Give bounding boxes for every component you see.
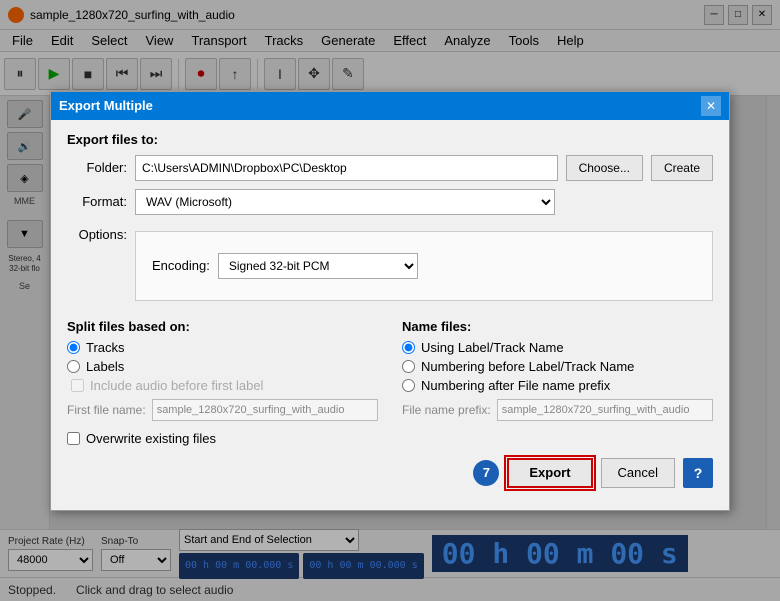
encoding-row: Encoding: Signed 32-bit PCM Signed 16-bi… <box>152 253 418 279</box>
radio-tracks-label: Tracks <box>86 340 125 355</box>
split-left: Split files based on: Tracks Labels Incl… <box>67 319 378 421</box>
dialog-title: Export Multiple <box>59 98 153 113</box>
file-prefix-input[interactable] <box>497 399 713 421</box>
radio-numbering-before[interactable] <box>402 360 415 373</box>
choose-button[interactable]: Choose... <box>566 155 643 181</box>
file-prefix-row: File name prefix: <box>402 399 713 421</box>
encoding-label: Encoding: <box>152 258 210 273</box>
radio-labels-label: Labels <box>86 359 124 374</box>
radio-numbering-after[interactable] <box>402 379 415 392</box>
step-badge: 7 <box>473 460 499 486</box>
first-file-label: First file name: <box>67 403 146 417</box>
radio-numbering-before-row: Numbering before Label/Track Name <box>402 359 713 374</box>
cancel-button[interactable]: Cancel <box>601 458 675 488</box>
options-box: Encoding: Signed 32-bit PCM Signed 16-bi… <box>135 231 713 301</box>
dialog-title-bar: Export Multiple ✕ <box>51 92 729 120</box>
folder-label: Folder: <box>67 160 127 175</box>
dialog-body: Export files to: Folder: Choose... Creat… <box>51 120 729 500</box>
overwrite-row: Overwrite existing files <box>67 431 713 446</box>
section-export-label: Export files to: <box>67 132 713 147</box>
export-button[interactable]: Export <box>507 458 592 488</box>
radio-numbering-after-label: Numbering after File name prefix <box>421 378 610 393</box>
radio-labels[interactable] <box>67 360 80 373</box>
folder-row: Folder: Choose... Create <box>67 155 713 181</box>
file-prefix-label: File name prefix: <box>402 403 491 417</box>
radio-labels-row: Labels <box>67 359 378 374</box>
radio-using-label-track[interactable] <box>402 341 415 354</box>
overwrite-checkbox[interactable] <box>67 432 80 445</box>
dialog-buttons: 7 Export Cancel ? <box>67 458 713 488</box>
radio-numbering-after-row: Numbering after File name prefix <box>402 378 713 393</box>
first-file-input[interactable] <box>152 399 378 421</box>
format-row: Format: WAV (Microsoft) MP3 Files OGG Vo… <box>67 189 713 215</box>
radio-tracks[interactable] <box>67 341 80 354</box>
first-file-row: First file name: <box>67 399 378 421</box>
format-label: Format: <box>67 194 127 209</box>
modal-overlay: Export Multiple ✕ Export files to: Folde… <box>0 0 780 601</box>
help-button[interactable]: ? <box>683 458 713 488</box>
include-audio-label: Include audio before first label <box>90 378 263 393</box>
radio-using-row: Using Label/Track Name <box>402 340 713 355</box>
split-label: Split files based on: <box>67 319 378 334</box>
dialog-close-button[interactable]: ✕ <box>701 96 721 116</box>
name-files-label: Name files: <box>402 319 713 334</box>
overwrite-label: Overwrite existing files <box>86 431 216 446</box>
export-multiple-dialog: Export Multiple ✕ Export files to: Folde… <box>50 91 730 511</box>
radio-tracks-row: Tracks <box>67 340 378 355</box>
split-section: Split files based on: Tracks Labels Incl… <box>67 319 713 421</box>
format-select[interactable]: WAV (Microsoft) MP3 Files OGG Vorbis FLA… <box>135 189 555 215</box>
radio-numbering-before-label: Numbering before Label/Track Name <box>421 359 634 374</box>
encoding-select[interactable]: Signed 32-bit PCM Signed 16-bit PCM Unsi… <box>218 253 418 279</box>
options-label: Options: <box>67 227 127 242</box>
include-audio-row: Include audio before first label <box>71 378 378 393</box>
split-right: Name files: Using Label/Track Name Numbe… <box>402 319 713 421</box>
include-audio-checkbox[interactable] <box>71 379 84 392</box>
create-button[interactable]: Create <box>651 155 713 181</box>
app-window: sample_1280x720_surfing_with_audio ─ □ ✕… <box>0 0 780 601</box>
radio-using-label: Using Label/Track Name <box>421 340 564 355</box>
folder-input[interactable] <box>135 155 558 181</box>
